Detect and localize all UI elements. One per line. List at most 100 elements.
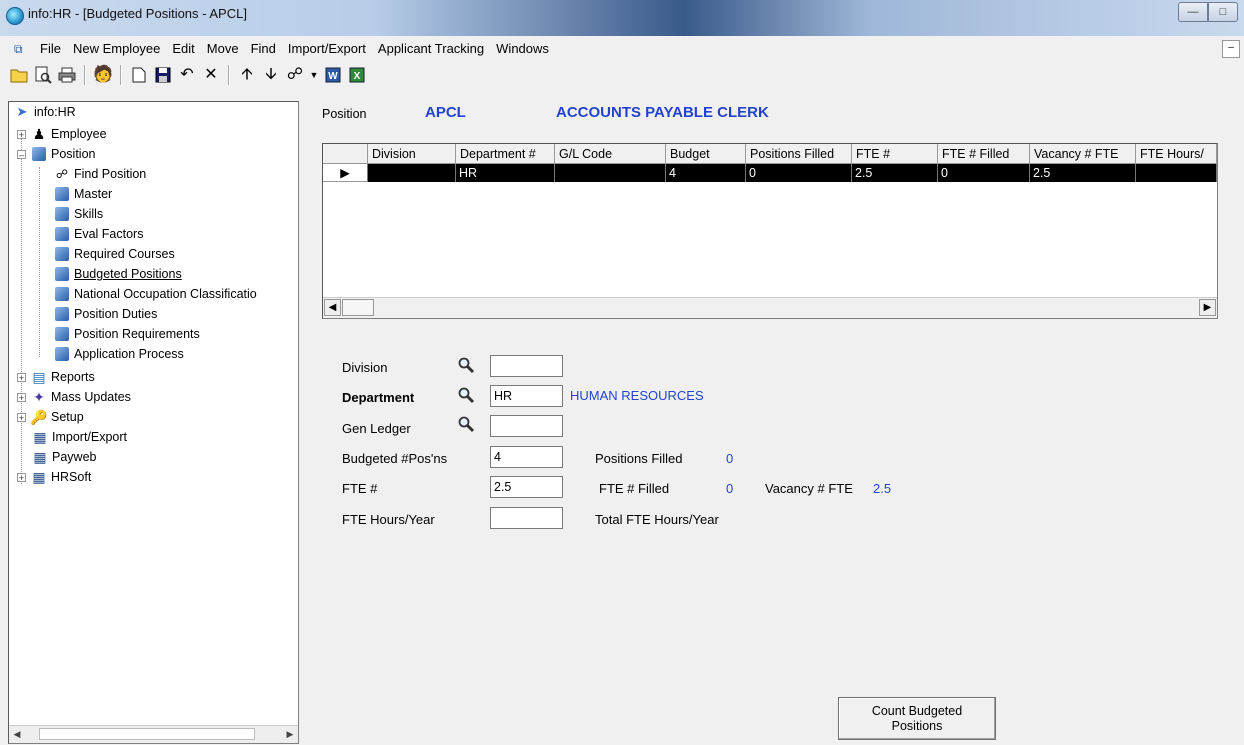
column-header[interactable]: Budget [666,144,746,164]
menu-edit[interactable]: Edit [166,38,200,60]
grid-cell[interactable]: 4 [666,164,746,182]
expand-icon[interactable]: + [17,372,26,382]
tree-item-budgeted-positions[interactable]: Budgeted Positions [53,264,182,284]
menu-move[interactable]: Move [201,38,245,60]
chevron-down-icon[interactable]: ▼ [308,64,320,86]
tree-root[interactable]: ➤ info:HR [13,102,76,122]
column-header[interactable]: Vacancy # FTE [1030,144,1136,164]
new-document-icon[interactable] [128,64,150,86]
menu-file[interactable]: File [34,38,67,60]
run-person-icon[interactable]: 🧑 [92,64,114,86]
department-input[interactable] [490,385,563,407]
arrow-down-icon[interactable]: 🡫 [260,64,282,86]
minimize-icon[interactable]: — [1178,2,1208,22]
tree-item-mass-updates[interactable]: + ✦ Mass Updates [17,387,131,407]
menu-new-employee[interactable]: New Employee [67,38,166,60]
grid-cell[interactable]: 0 [938,164,1030,182]
maximize-icon[interactable]: □ [1208,2,1238,22]
tree-item-import-export[interactable]: ▦ Import/Export [31,427,127,447]
column-header[interactable]: FTE # Filled [938,144,1030,164]
column-header[interactable]: FTE Hours/ [1136,144,1217,164]
fte-hours-input[interactable] [490,507,563,529]
grid-cell[interactable]: 0 [746,164,852,182]
magnifier-icon[interactable] [457,415,475,433]
positions-filled-value: 0 [726,451,734,466]
fte-hours-label: FTE Hours/Year [342,512,435,527]
division-input[interactable] [490,355,563,377]
tree-item-required-courses[interactable]: Required Courses [53,244,175,264]
count-budgeted-positions-button[interactable]: Count Budgeted Positions [838,697,996,740]
grid-cell[interactable] [555,164,666,182]
scroll-thumb[interactable] [342,299,374,316]
grid-cell[interactable]: HR [456,164,555,182]
position-icon [55,247,69,261]
save-icon[interactable] [152,64,174,86]
mdi-minimize-icon[interactable]: – [1222,40,1240,58]
scroll-left-icon[interactable]: ◀ [324,299,341,316]
document-icon[interactable]: ⧉ [14,42,30,56]
window-title: info:HR - [Budgeted Positions - APCL] [28,6,247,21]
expand-icon[interactable]: + [17,129,26,139]
open-folder-icon[interactable] [8,64,30,86]
column-header[interactable]: G/L Code [555,144,666,164]
grid-horizontal-scrollbar[interactable]: ◀ ▶ [323,297,1217,318]
tree-item-payweb[interactable]: ▦ Payweb [31,447,96,467]
tree-horizontal-scrollbar[interactable]: ◀ ▶ [9,725,298,743]
tree-item-position-duties[interactable]: Position Duties [53,304,157,324]
magnifier-icon[interactable] [457,386,475,404]
column-header[interactable]: Department # [456,144,555,164]
fte-filled-value: 0 [726,481,734,496]
delete-icon[interactable]: ✕ [200,64,222,86]
position-icon [55,187,69,201]
positions-filled-label: Positions Filled [595,451,683,466]
column-header[interactable]: FTE # [852,144,938,164]
svg-text:X: X [354,71,361,82]
scroll-right-icon[interactable]: ▶ [282,726,298,742]
tree-item-eval-factors[interactable]: Eval Factors [53,224,143,244]
grid-cell[interactable] [368,164,456,182]
fte-input[interactable] [490,476,563,498]
menu-find[interactable]: Find [245,38,282,60]
tree-item-reports[interactable]: + ▤ Reports [17,367,95,387]
tree-item-employee[interactable]: + ♟ Employee [17,124,107,144]
print-preview-icon[interactable] [32,64,54,86]
expand-icon[interactable]: + [17,412,26,422]
tree-item-setup[interactable]: + 🔑 Setup [17,407,84,427]
grid-cell[interactable]: 2.5 [1030,164,1136,182]
arrow-up-icon[interactable]: 🡩 [236,64,258,86]
magnifier-icon[interactable] [457,356,475,374]
scroll-left-icon[interactable]: ◀ [9,726,25,742]
tree-item-hrsoft[interactable]: + ▦ HRSoft [17,467,91,487]
tree-item-application-process[interactable]: Application Process [53,344,184,364]
row-selector-icon[interactable]: ▶ [323,164,368,182]
menu-import-export[interactable]: Import/Export [282,38,372,60]
grid-cell[interactable] [1136,164,1217,182]
word-icon[interactable]: W [322,64,344,86]
collapse-icon[interactable]: – [17,149,26,159]
binoculars-icon[interactable]: ☍ [284,64,306,86]
undo-icon[interactable]: ↶ [176,64,198,86]
position-icon [55,327,69,341]
column-header[interactable]: Division [368,144,456,164]
tree-item-skills[interactable]: Skills [53,204,103,224]
gen-ledger-input[interactable] [490,415,563,437]
tree-item-position-requirements[interactable]: Position Requirements [53,324,200,344]
budgeted-positions-input[interactable] [490,446,563,468]
scroll-right-icon[interactable]: ▶ [1199,299,1216,316]
expand-icon[interactable]: + [17,392,26,402]
budgeted-positions-grid: Division Department # G/L Code Budget Po… [322,143,1218,319]
menu-windows[interactable]: Windows [490,38,555,60]
tree-item-find-position[interactable]: ☍ Find Position [53,164,146,184]
grid-cell[interactable]: 2.5 [852,164,938,182]
scroll-thumb[interactable] [39,728,255,740]
excel-icon[interactable]: X [346,64,368,86]
svg-text:W: W [328,71,338,82]
tree-item-noc[interactable]: National Occupation Classificatio [53,284,257,304]
position-icon [55,287,69,301]
tree-item-master[interactable]: Master [53,184,112,204]
menu-applicant-tracking[interactable]: Applicant Tracking [372,38,490,60]
column-header[interactable]: Positions Filled [746,144,852,164]
print-icon[interactable] [56,64,78,86]
tree-item-position[interactable]: – Position [17,144,95,164]
expand-icon[interactable]: + [17,472,26,482]
